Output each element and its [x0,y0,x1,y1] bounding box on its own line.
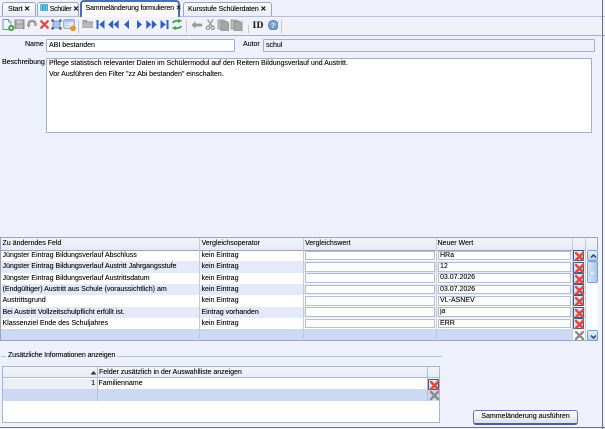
svg-text:?: ? [271,21,275,30]
